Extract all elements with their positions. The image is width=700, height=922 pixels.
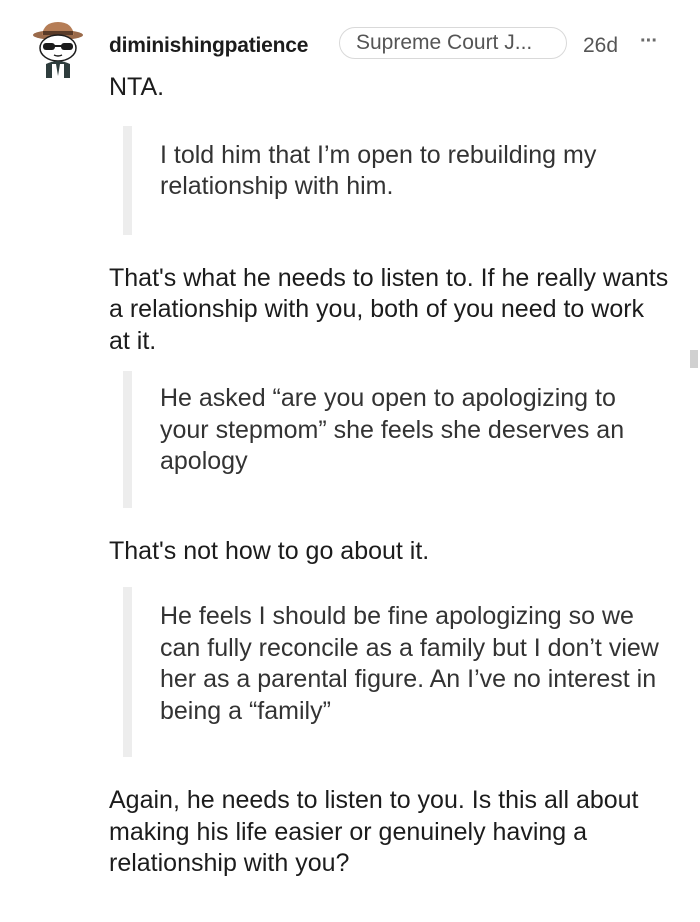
quote-text: He asked “are you open to apologizing to… [160,384,625,475]
comment-body: NTA. I told him that I’m open to rebuild… [109,72,669,880]
comment-paragraph: That's not how to go about it. [109,536,430,565]
comment-paragraph: That's what he needs to listen to. If he… [109,263,669,355]
more-options-icon[interactable]: ··· [640,30,658,53]
avatar[interactable] [30,18,86,80]
comment-age: 26d [583,34,619,57]
scrollbar-thumb[interactable] [690,350,698,368]
blockquote: I told him that I’m open to rebuilding m… [123,125,669,235]
blockquote: He feels I should be fine apologizing so… [123,587,669,757]
quote-text: He feels I should be fine apologizing so… [160,602,659,725]
quote-text: I told him that I’m open to rebuilding m… [160,140,597,201]
comment-paragraph: NTA. [109,73,165,101]
user-flair: Supreme Court J... [339,27,567,59]
comment-header: diminishingpatience Supreme Court J... 2… [0,14,700,78]
comment-paragraph: Again, he needs to listen to you. Is thi… [109,786,639,877]
username-link[interactable]: diminishingpatience [109,34,308,58]
snoo-avatar-icon [33,22,83,78]
blockquote: He asked “are you open to apologizing to… [123,371,669,508]
